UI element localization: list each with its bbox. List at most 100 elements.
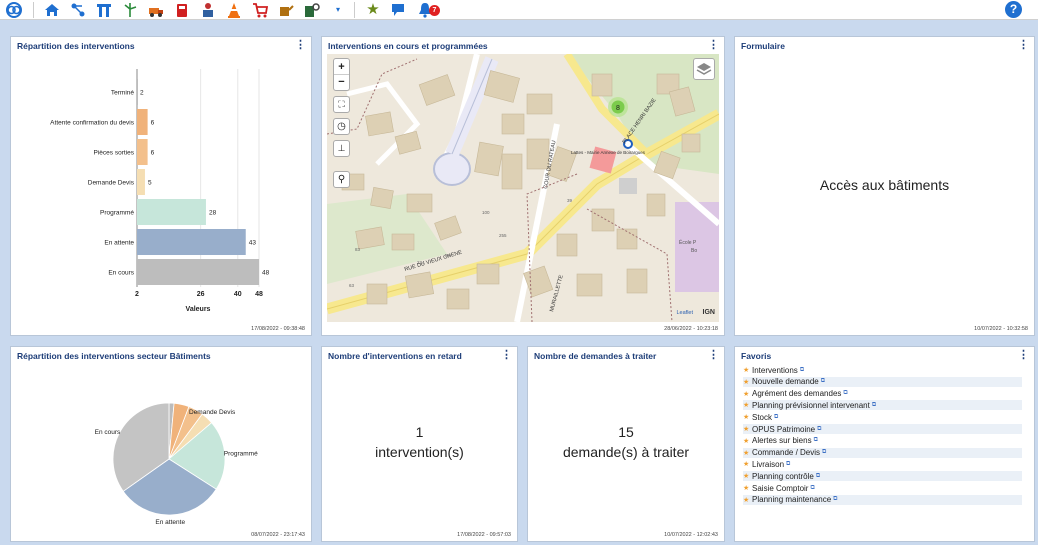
favorite-label: Saisie Comptoir xyxy=(752,483,809,493)
external-link-icon[interactable]: ⧉ xyxy=(774,414,778,421)
zoom-out-button[interactable]: − xyxy=(334,75,349,91)
pie-label: Demande Devis xyxy=(189,409,236,416)
external-link-icon[interactable]: ⧉ xyxy=(786,461,790,468)
widget-menu-button[interactable]: ⋮ xyxy=(1018,40,1029,51)
widget-form: Formulaire ⋮ Accès aux bâtiments 10/07/2… xyxy=(734,36,1035,336)
external-link-icon[interactable]: ⧉ xyxy=(817,426,821,433)
widget-late-interventions: Nombre d'interventions en retard ⋮ 1 int… xyxy=(321,346,518,542)
history-icon[interactable]: ◷ xyxy=(333,118,350,135)
widget-menu-button[interactable]: ⋮ xyxy=(708,350,719,361)
fuel-icon[interactable] xyxy=(174,2,190,18)
app-logo-icon[interactable] xyxy=(3,1,25,18)
zoom-in-button[interactable]: + xyxy=(334,59,349,75)
favorite-item[interactable]: ★ Commande / Devis ⧉ xyxy=(743,447,1022,458)
widget-menu-button[interactable]: ⋮ xyxy=(708,40,719,51)
measure-icon[interactable]: ⊥ xyxy=(333,140,350,157)
keys-icon[interactable] xyxy=(304,2,320,18)
workers-icon[interactable] xyxy=(200,2,216,18)
network-icon[interactable] xyxy=(70,2,86,18)
category-label: En attente xyxy=(104,240,134,247)
widget-menu-button[interactable]: ⋮ xyxy=(1018,350,1029,361)
favorite-label: Agrément des demandes xyxy=(752,389,842,399)
favorite-item[interactable]: ★ Planning contrôle ⧉ xyxy=(743,471,1022,482)
external-link-icon[interactable]: ⧉ xyxy=(822,449,826,456)
favorite-label: Nouvelle demande xyxy=(752,377,819,387)
home-icon[interactable] xyxy=(44,2,60,18)
poi-label: Lattes - Mairie Annexe de Boirargues xyxy=(571,150,646,155)
building-icon[interactable] xyxy=(96,2,112,18)
data-label: 43 xyxy=(249,240,257,247)
toolbar-separator xyxy=(33,1,34,18)
external-link-icon[interactable]: ⧉ xyxy=(814,437,818,444)
school-label: École P xyxy=(679,239,697,246)
requests-count: 15 xyxy=(618,424,634,440)
favorite-item[interactable]: ★ Interventions ⧉ xyxy=(743,365,1022,375)
data-label: 28 xyxy=(209,210,217,217)
ign-logo: IGN xyxy=(702,309,715,316)
layers-icon[interactable] xyxy=(693,58,715,80)
widget-menu-button[interactable]: ⋮ xyxy=(501,350,512,361)
favorite-star-icon: ★ xyxy=(743,414,750,422)
widget-date: 17/08/2022 - 09:38:48 xyxy=(251,326,305,332)
favorite-star-icon: ★ xyxy=(743,485,750,492)
favorite-label: Planning prévisionnel intervenant xyxy=(752,400,870,410)
bar[interactable] xyxy=(137,139,148,165)
favorite-star-icon: ★ xyxy=(743,367,750,374)
bar-chart: 2 26 40 48 Terminé 2 Attente confirmation du d… xyxy=(50,69,270,313)
external-link-icon[interactable]: ⧉ xyxy=(816,473,820,480)
external-link-icon[interactable]: ⧉ xyxy=(833,496,837,503)
vehicle-icon[interactable] xyxy=(148,2,164,18)
favorite-label: Planning contrôle xyxy=(752,471,814,481)
widget-pending-requests: Nombre de demandes à traiter ⋮ 15 demand… xyxy=(527,346,725,542)
wind-turbine-icon[interactable] xyxy=(122,2,138,18)
map-view[interactable]: 8 RUE DU VIEUX CHENE PLACE HENRI BAZIE C… xyxy=(327,54,719,322)
chat-icon[interactable] xyxy=(391,2,407,18)
school-label: Bo xyxy=(691,248,697,254)
favorite-label: Planning maintenance xyxy=(752,495,832,505)
category-label: Programmé xyxy=(100,210,134,217)
widget-interventions-pie: Répartition des interventions secteur Bâ… xyxy=(10,346,312,542)
house-number: 255 xyxy=(499,233,507,238)
favorite-item[interactable]: ★ Livraison ⧉ xyxy=(743,459,1022,469)
cart-icon[interactable] xyxy=(252,2,268,18)
bar[interactable] xyxy=(137,109,148,135)
favorite-star-icon[interactable]: ★ xyxy=(365,1,381,18)
favorite-star-icon: ★ xyxy=(743,461,750,469)
toolbar-separator xyxy=(354,1,355,18)
widget-date: 10/07/2022 - 12:02:43 xyxy=(664,532,718,538)
widget-menu-button[interactable]: ⋮ xyxy=(295,40,306,51)
bar[interactable] xyxy=(137,199,206,225)
house-number: 63 xyxy=(349,283,355,288)
form-link[interactable]: Accès aux bâtiments xyxy=(735,175,1034,196)
external-link-icon[interactable]: ⧉ xyxy=(843,390,847,397)
watering-can-icon[interactable] xyxy=(278,2,294,18)
favorite-item[interactable]: ★ Planning maintenance ⧉ xyxy=(743,494,1022,505)
more-icon[interactable]: ▾ xyxy=(330,2,346,18)
external-link-icon[interactable]: ⧉ xyxy=(800,367,804,374)
category-label: En cours xyxy=(108,270,134,277)
cone-icon[interactable] xyxy=(226,2,242,18)
widget-date: 17/08/2022 - 09:57:03 xyxy=(457,532,511,538)
category-label: Pièces sorties xyxy=(94,150,135,157)
favorite-item[interactable]: ★ OPUS Patrimoine ⧉ xyxy=(743,424,1022,434)
house-number: 100 xyxy=(482,210,490,215)
favorite-item[interactable]: ★ Nouvelle demande ⧉ xyxy=(743,376,1022,387)
favorite-item[interactable]: ★ Saisie Comptoir ⧉ xyxy=(743,483,1022,493)
favorite-item[interactable]: ★ Planning prévisionnel intervenant ⧉ xyxy=(743,400,1022,411)
external-link-icon[interactable]: ⧉ xyxy=(821,378,825,385)
favorite-item[interactable]: ★ Agrément des demandes ⧉ xyxy=(743,389,1022,399)
fullscreen-icon[interactable]: ⛶ xyxy=(333,96,350,113)
bar[interactable] xyxy=(137,169,145,195)
bar[interactable] xyxy=(137,229,246,255)
search-icon[interactable]: ⚲ xyxy=(333,171,350,188)
help-button[interactable]: ? xyxy=(1005,1,1022,18)
favorite-item[interactable]: ★ Alertes sur biens ⧉ xyxy=(743,436,1022,446)
map-attribution[interactable]: Leaflet xyxy=(676,310,693,316)
external-link-icon[interactable]: ⧉ xyxy=(872,402,876,409)
favorite-label: Interventions xyxy=(752,365,798,375)
notifications-icon[interactable]: 7 xyxy=(417,2,443,18)
external-link-icon[interactable]: ⧉ xyxy=(810,485,814,492)
favorite-item[interactable]: ★ Stock ⧉ xyxy=(743,412,1022,422)
bar[interactable] xyxy=(137,79,138,105)
bar[interactable] xyxy=(137,259,259,285)
